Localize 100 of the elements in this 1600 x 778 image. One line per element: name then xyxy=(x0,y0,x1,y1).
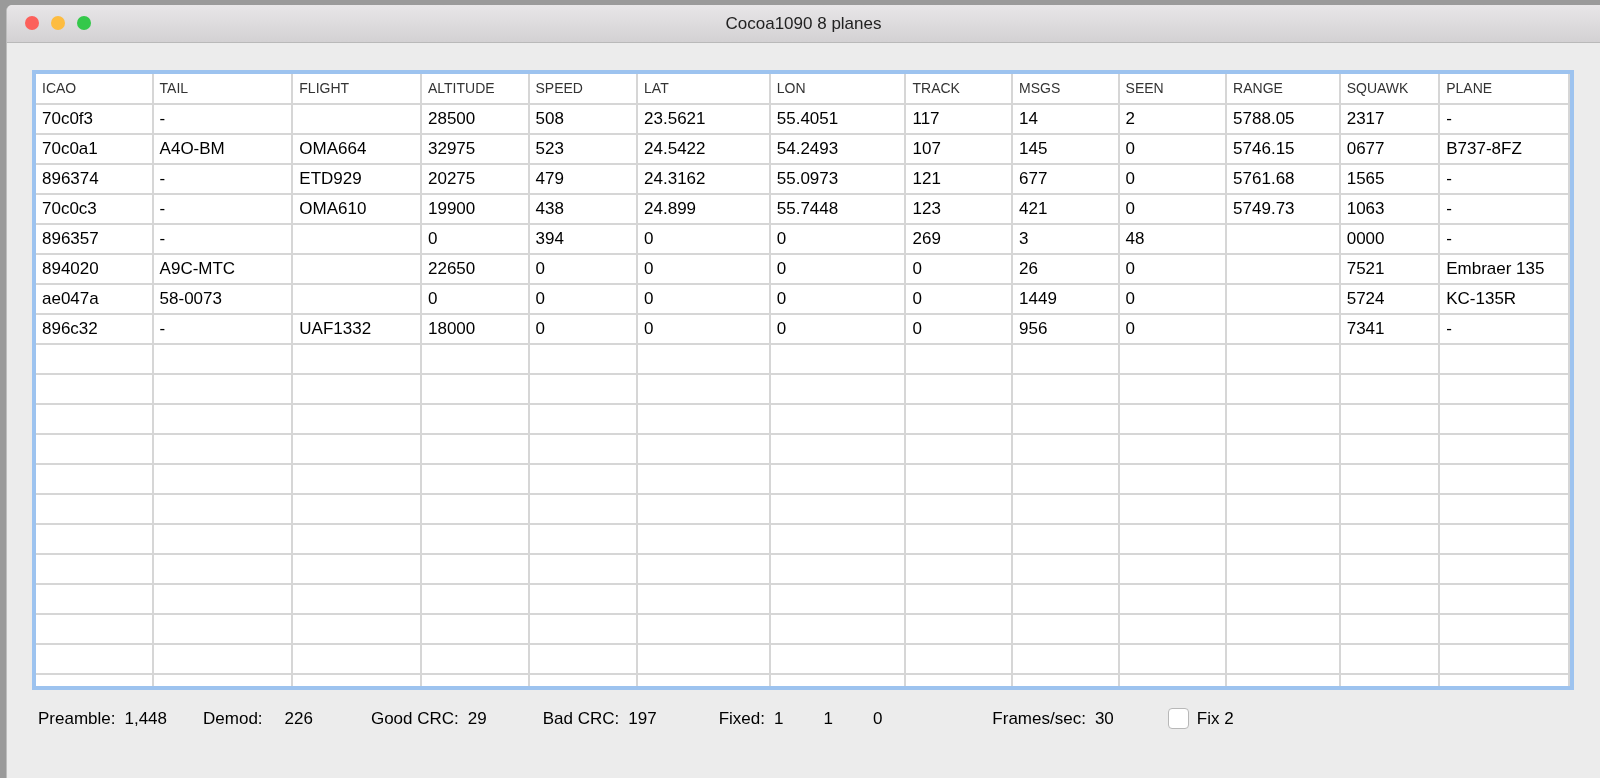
table-cell: 23.5621 xyxy=(637,104,770,134)
table-cell: 0 xyxy=(637,284,770,314)
column-header[interactable]: MSGS xyxy=(1012,74,1119,104)
stat-value: 1 xyxy=(773,708,784,730)
table-cell: 5749.73 xyxy=(1226,194,1340,224)
minimize-button[interactable] xyxy=(51,16,65,30)
column-header[interactable]: PLANE xyxy=(1439,74,1569,104)
table-cell: - xyxy=(1439,104,1569,134)
stat-label: Fixed: xyxy=(718,708,765,730)
checkbox[interactable] xyxy=(1167,708,1189,730)
table-cell: 0 xyxy=(420,284,529,314)
table-cell: 121 xyxy=(905,164,1012,194)
table-cell: - xyxy=(1439,314,1569,344)
table-cell: 0 xyxy=(769,284,906,314)
table-cell: 70c0c3 xyxy=(36,194,153,224)
stat-value: 1,448 xyxy=(124,708,168,730)
column-header[interactable]: RANGE xyxy=(1226,74,1340,104)
table-cell: 523 xyxy=(528,134,638,164)
zoom-button[interactable] xyxy=(77,16,91,30)
table-cell: 26 xyxy=(1012,254,1119,284)
table-cell: 55.0973 xyxy=(769,164,906,194)
stat-label: Preamble: xyxy=(38,708,116,730)
stat-value: 0 xyxy=(872,708,883,730)
table-cell: ae047a xyxy=(36,284,153,314)
table-cell: UAF1332 xyxy=(292,314,421,344)
table-cell: 19900 xyxy=(420,194,529,224)
checkbox-label[interactable]: Fix 2 xyxy=(1196,706,1234,732)
table-cell: 394 xyxy=(528,224,638,254)
table-cell: A9C-MTC xyxy=(152,254,293,284)
table-cell: 55.4051 xyxy=(769,104,906,134)
table-cell: 1565 xyxy=(1339,164,1440,194)
stat-value: 29 xyxy=(467,708,487,730)
stat-label: Demod: xyxy=(203,708,263,730)
table-cell: 0 xyxy=(528,284,638,314)
table-cell: 896374 xyxy=(36,164,153,194)
column-header[interactable]: ALTITUDE xyxy=(420,74,529,104)
table-cell: 508 xyxy=(528,104,638,134)
table-cell: 438 xyxy=(528,194,638,224)
table-cell: 5724 xyxy=(1339,284,1440,314)
table-cell: 54.2493 xyxy=(769,134,906,164)
table-cell: 7341 xyxy=(1339,314,1440,344)
table-cell: 896c32 xyxy=(36,314,153,344)
table-cell: Embraer 135 xyxy=(1439,254,1569,284)
table-cell: 22650 xyxy=(420,254,529,284)
stat-label: Bad CRC: xyxy=(542,708,620,730)
table-cell: 1449 xyxy=(1012,284,1119,314)
table-cell: 58-0073 xyxy=(152,284,293,314)
table-cell: 123 xyxy=(905,194,1012,224)
table-cell: - xyxy=(152,314,293,344)
table-cell: 24.5422 xyxy=(637,134,770,164)
table-cell: ETD929 xyxy=(292,164,421,194)
table-cell: 0 xyxy=(905,314,1012,344)
table-cell: - xyxy=(152,164,293,194)
table-cell: 70c0f3 xyxy=(36,104,153,134)
table-cell: 20275 xyxy=(420,164,529,194)
table-cell: 0 xyxy=(637,254,770,284)
table-cell: 70c0a1 xyxy=(36,134,153,164)
column-header[interactable]: LAT xyxy=(637,74,770,104)
table-cell: 269 xyxy=(905,224,1012,254)
column-header[interactable]: ICAO xyxy=(36,74,153,104)
close-button[interactable] xyxy=(25,16,39,30)
table-cell: 48 xyxy=(1118,224,1227,254)
column-header[interactable]: TAIL xyxy=(152,74,293,104)
column-header[interactable]: SQUAWK xyxy=(1339,74,1440,104)
table-cell: 0 xyxy=(769,224,906,254)
table-cell: 0 xyxy=(1118,254,1227,284)
table-cell: 2 xyxy=(1118,104,1227,134)
table-cell: 1063 xyxy=(1339,194,1440,224)
stat-value: 197 xyxy=(628,708,657,730)
column-header[interactable]: SEEN xyxy=(1118,74,1227,104)
column-header[interactable]: LON xyxy=(769,74,906,104)
column-header[interactable]: SPEED xyxy=(528,74,638,104)
table-cell: - xyxy=(1439,164,1569,194)
stat-label: Good CRC: xyxy=(370,708,459,730)
table-cell: KC-135R xyxy=(1439,284,1569,314)
table-cell: 7521 xyxy=(1339,254,1440,284)
table-cell: 0000 xyxy=(1339,224,1440,254)
table-cell: 0 xyxy=(769,314,906,344)
table-cell: 421 xyxy=(1012,194,1119,224)
table-cell: 0 xyxy=(1118,194,1227,224)
table-cell: 896357 xyxy=(36,224,153,254)
table-cell: 3 xyxy=(1012,224,1119,254)
table-cell: 18000 xyxy=(420,314,529,344)
table-cell: - xyxy=(1439,194,1569,224)
column-header[interactable]: FLIGHT xyxy=(292,74,421,104)
table-cell: 0 xyxy=(1118,284,1227,314)
table-cell: 956 xyxy=(1012,314,1119,344)
table-cell: 0677 xyxy=(1339,134,1440,164)
table-cell: 28500 xyxy=(420,104,529,134)
table-cell: 0 xyxy=(1118,314,1227,344)
table-cell: 0 xyxy=(769,254,906,284)
table-cell: 5788.05 xyxy=(1226,104,1340,134)
table-cell: B737-8FZ xyxy=(1439,134,1569,164)
table-cell: 0 xyxy=(420,224,529,254)
table-cell: 117 xyxy=(905,104,1012,134)
window-title: Cocoa1090 8 planes xyxy=(725,14,882,33)
column-header[interactable]: TRACK xyxy=(905,74,1012,104)
table-cell: 2317 xyxy=(1339,104,1440,134)
table-cell: 0 xyxy=(1118,134,1227,164)
table-cell: 0 xyxy=(528,254,638,284)
